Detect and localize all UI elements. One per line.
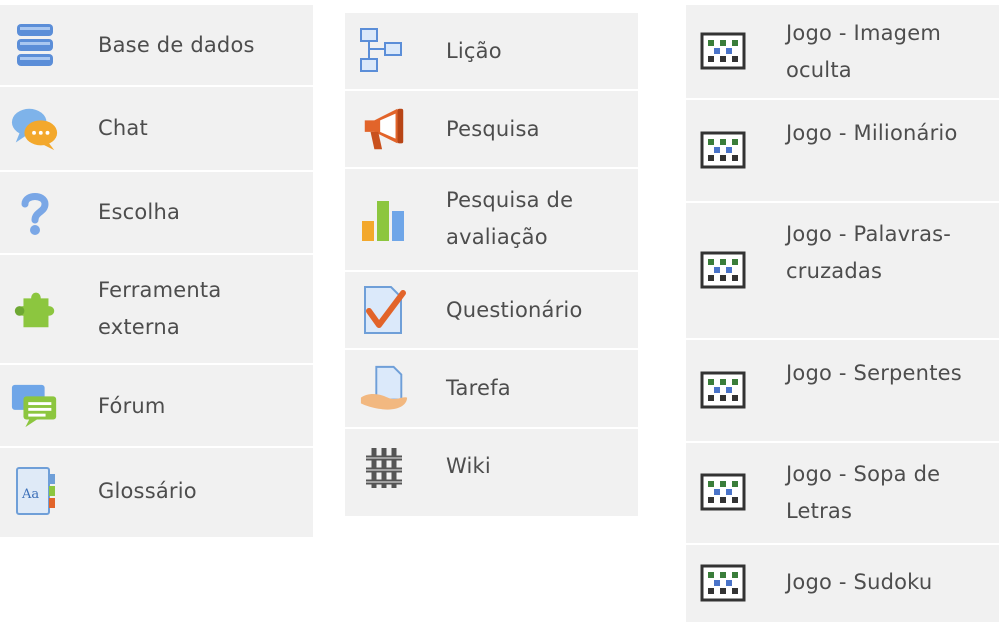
forum-icon (10, 381, 60, 431)
quiz-checkmark-icon (359, 285, 409, 335)
bar-chart-icon (359, 195, 409, 245)
activity-label: Jogo - Milionário (786, 121, 958, 145)
activity-label: Glossário (98, 479, 197, 503)
activity-label: Jogo - Palavras-cruzadas (786, 222, 952, 283)
game-board-icon (700, 366, 746, 416)
activity-column-1: Base de dados Chat Escolha Ferramenta ex… (0, 5, 313, 537)
activity-label: Tarefa (446, 376, 511, 400)
chat-bubbles-icon (10, 104, 60, 154)
activity-item-base-de-dados[interactable]: Base de dados (0, 5, 313, 87)
activity-column-2: Lição Pesquisa Pesquisa de avaliação Que… (345, 13, 638, 516)
megaphone-icon (359, 104, 409, 154)
activity-item-questionario[interactable]: Questionário (345, 272, 638, 350)
activity-item-forum[interactable]: Fórum (0, 365, 313, 448)
puzzle-piece-icon (10, 284, 60, 334)
activity-item-pesquisa[interactable]: Pesquisa (345, 91, 638, 169)
activity-label: Jogo - Serpentes (786, 361, 962, 385)
activity-item-wiki[interactable]: Wiki (345, 429, 638, 507)
activity-item-jogo-imagem-oculta[interactable]: Jogo - Imagem oculta (686, 5, 999, 100)
activity-label: Lição (446, 39, 502, 63)
activity-label: Jogo - Imagem oculta (786, 21, 941, 82)
question-mark-icon (10, 188, 60, 238)
activity-column-3: Jogo - Imagem oculta Jogo - Milionário J… (686, 5, 999, 622)
activity-item-ferramenta-externa[interactable]: Ferramenta externa (0, 255, 313, 365)
glossary-book-icon: Aa (10, 466, 60, 516)
activity-label: Pesquisa (446, 117, 540, 141)
lesson-flowchart-icon (359, 26, 409, 76)
activity-label: Questionário (446, 298, 583, 322)
activity-item-escolha[interactable]: Escolha (0, 172, 313, 255)
activity-item-jogo-sopa-de-letras[interactable]: Jogo - Sopa de Letras (686, 443, 999, 545)
database-icon (10, 20, 60, 70)
game-board-icon (700, 246, 746, 296)
activity-item-tarefa[interactable]: Tarefa (345, 350, 638, 429)
svg-text:Aa: Aa (21, 487, 39, 502)
activity-item-jogo-palavras-cruzadas[interactable]: Jogo - Palavras-cruzadas (686, 203, 999, 340)
activity-label: Jogo - Sopa de Letras (786, 462, 941, 523)
activity-item-jogo-serpentes[interactable]: Jogo - Serpentes (686, 340, 999, 443)
activity-label: Fórum (98, 394, 166, 418)
activity-item-pesquisa-de-avaliacao[interactable]: Pesquisa de avaliação (345, 169, 638, 272)
activity-item-jogo-sudoku[interactable]: Jogo - Sudoku (686, 545, 999, 622)
activity-label: Chat (98, 116, 148, 140)
activity-label: Pesquisa de avaliação (446, 188, 574, 249)
activity-label: Escolha (98, 200, 181, 224)
activity-label: Base de dados (98, 33, 255, 57)
game-board-icon (700, 468, 746, 518)
game-board-icon (700, 27, 746, 77)
activity-label: Jogo - Sudoku (786, 570, 933, 594)
activity-label: Ferramenta externa (98, 278, 222, 339)
activity-label: Wiki (446, 454, 491, 478)
activity-item-licao[interactable]: Lição (345, 13, 638, 91)
activity-item-jogo-milionario[interactable]: Jogo - Milionário (686, 100, 999, 203)
assignment-hand-icon (359, 364, 409, 414)
game-board-icon (700, 559, 746, 609)
game-board-icon (700, 126, 746, 176)
activity-item-chat[interactable]: Chat (0, 87, 313, 172)
activity-item-glossario[interactable]: Aa Glossário (0, 448, 313, 534)
wiki-icon (359, 443, 409, 493)
